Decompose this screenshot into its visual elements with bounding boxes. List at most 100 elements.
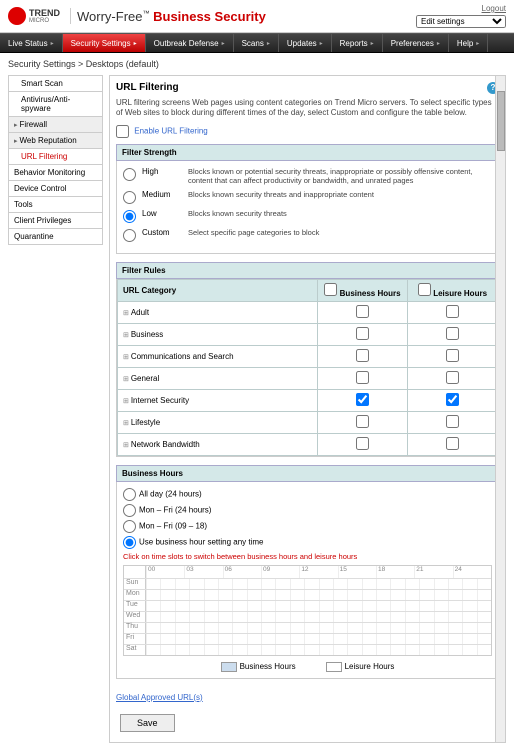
- time-cell[interactable]: [405, 645, 419, 655]
- time-cell[interactable]: [146, 634, 160, 644]
- save-button[interactable]: Save: [120, 714, 175, 732]
- nav-scans[interactable]: Scans▸: [234, 34, 279, 52]
- time-cell[interactable]: [362, 645, 376, 655]
- time-cell[interactable]: [462, 634, 476, 644]
- category-general[interactable]: General: [118, 367, 318, 389]
- time-cell[interactable]: [160, 590, 174, 600]
- time-cell[interactable]: [146, 623, 160, 633]
- time-cell[interactable]: [146, 612, 160, 622]
- time-cell[interactable]: [247, 601, 261, 611]
- time-cell[interactable]: [204, 623, 218, 633]
- strength-medium-radio[interactable]: [123, 191, 136, 204]
- sidebar-client-privileges[interactable]: Client Privileges: [8, 213, 103, 229]
- time-cell[interactable]: [218, 634, 232, 644]
- time-cell[interactable]: [477, 579, 491, 589]
- time-cell[interactable]: [189, 623, 203, 633]
- scrollbar[interactable]: [495, 76, 505, 742]
- time-cell[interactable]: [419, 612, 433, 622]
- time-cell[interactable]: [419, 601, 433, 611]
- time-cell[interactable]: [347, 579, 361, 589]
- time-cell[interactable]: [232, 634, 246, 644]
- time-cell[interactable]: [477, 623, 491, 633]
- time-cell[interactable]: [419, 623, 433, 633]
- time-cell[interactable]: [405, 579, 419, 589]
- lei-checkbox[interactable]: [446, 305, 459, 318]
- sidebar-firewall[interactable]: Firewall: [8, 117, 103, 133]
- time-cell[interactable]: [189, 579, 203, 589]
- time-cell[interactable]: [261, 645, 275, 655]
- time-cell[interactable]: [347, 634, 361, 644]
- time-cell[interactable]: [376, 634, 390, 644]
- time-cell[interactable]: [304, 645, 318, 655]
- nav-reports[interactable]: Reports▸: [332, 34, 383, 52]
- time-cell[interactable]: [319, 612, 333, 622]
- business-all-checkbox[interactable]: [324, 283, 337, 296]
- time-cell[interactable]: [304, 590, 318, 600]
- time-cell[interactable]: [434, 612, 448, 622]
- biz-checkbox[interactable]: [356, 327, 369, 340]
- time-cell[interactable]: [232, 623, 246, 633]
- time-cell[interactable]: [261, 623, 275, 633]
- nav-help[interactable]: Help▸: [449, 34, 488, 52]
- time-cell[interactable]: [448, 579, 462, 589]
- time-cell[interactable]: [333, 645, 347, 655]
- time-cell[interactable]: [405, 612, 419, 622]
- time-cell[interactable]: [319, 590, 333, 600]
- time-cell[interactable]: [160, 634, 174, 644]
- time-cell[interactable]: [434, 623, 448, 633]
- time-cell[interactable]: [376, 623, 390, 633]
- time-cell[interactable]: [405, 623, 419, 633]
- time-cell[interactable]: [261, 579, 275, 589]
- time-cell[interactable]: [462, 623, 476, 633]
- time-cell[interactable]: [290, 579, 304, 589]
- time-cell[interactable]: [333, 579, 347, 589]
- time-cell[interactable]: [304, 623, 318, 633]
- time-cell[interactable]: [462, 612, 476, 622]
- time-cell[interactable]: [362, 579, 376, 589]
- time-cell[interactable]: [347, 601, 361, 611]
- biz-checkbox[interactable]: [356, 415, 369, 428]
- time-cell[interactable]: [261, 601, 275, 611]
- time-cell[interactable]: [362, 601, 376, 611]
- time-cell[interactable]: [218, 612, 232, 622]
- time-cell[interactable]: [319, 579, 333, 589]
- time-cell[interactable]: [204, 612, 218, 622]
- biz-checkbox[interactable]: [356, 393, 369, 406]
- time-cell[interactable]: [160, 601, 174, 611]
- time-cell[interactable]: [290, 623, 304, 633]
- time-cell[interactable]: [146, 590, 160, 600]
- bh-option-3-radio[interactable]: [123, 536, 136, 549]
- nav-live-status[interactable]: Live Status▸: [0, 34, 63, 52]
- lei-checkbox[interactable]: [446, 393, 459, 406]
- time-cell[interactable]: [261, 590, 275, 600]
- time-cell[interactable]: [218, 601, 232, 611]
- time-cell[interactable]: [189, 634, 203, 644]
- time-cell[interactable]: [218, 623, 232, 633]
- sidebar-tools[interactable]: Tools: [8, 197, 103, 213]
- time-cell[interactable]: [477, 645, 491, 655]
- time-cell[interactable]: [247, 579, 261, 589]
- time-cell[interactable]: [275, 601, 289, 611]
- time-cell[interactable]: [189, 601, 203, 611]
- time-cell[interactable]: [275, 612, 289, 622]
- leisure-all-checkbox[interactable]: [418, 283, 431, 296]
- sidebar-url-filtering[interactable]: URL Filtering: [8, 149, 103, 165]
- time-cell[interactable]: [189, 590, 203, 600]
- time-cell[interactable]: [304, 612, 318, 622]
- time-cell[interactable]: [405, 601, 419, 611]
- time-cell[interactable]: [275, 579, 289, 589]
- category-business[interactable]: Business: [118, 323, 318, 345]
- category-lifestyle[interactable]: Lifestyle: [118, 411, 318, 433]
- time-cell[interactable]: [419, 590, 433, 600]
- time-cell[interactable]: [362, 590, 376, 600]
- time-cell[interactable]: [362, 612, 376, 622]
- biz-checkbox[interactable]: [356, 305, 369, 318]
- time-cell[interactable]: [160, 645, 174, 655]
- nav-outbreak-defense[interactable]: Outbreak Defense▸: [146, 34, 234, 52]
- time-cell[interactable]: [290, 645, 304, 655]
- time-cell[interactable]: [390, 645, 404, 655]
- time-cell[interactable]: [390, 579, 404, 589]
- time-cell[interactable]: [376, 601, 390, 611]
- time-cell[interactable]: [304, 601, 318, 611]
- time-cell[interactable]: [347, 645, 361, 655]
